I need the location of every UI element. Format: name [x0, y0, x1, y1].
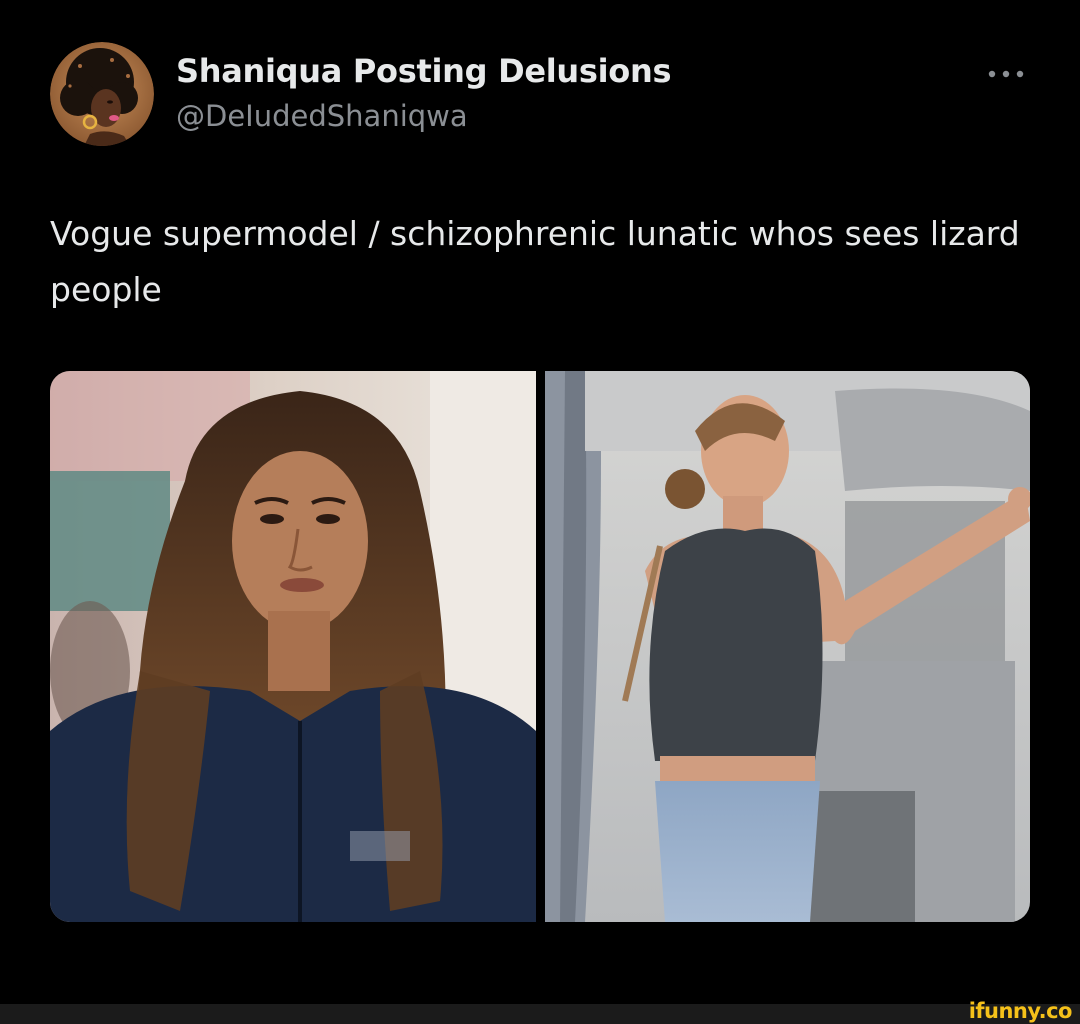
more-options-button[interactable]	[984, 62, 1028, 86]
ifunny-watermark: ifunny.co	[968, 999, 1073, 1023]
author-display-name[interactable]: Shaniqua Posting Delusions	[176, 52, 672, 90]
profile-avatar[interactable]	[50, 42, 154, 146]
tweet: Shaniqua Posting Delusions @DeIudedShani…	[0, 0, 1080, 1004]
tweet-media-grid[interactable]	[50, 371, 1030, 922]
more-options-icon	[988, 70, 1024, 78]
watermark-bar	[0, 1004, 1080, 1024]
tweet-text: Vogue supermodel / schizophrenic lunatic…	[50, 214, 1020, 309]
tweet-image-right[interactable]	[545, 371, 1030, 922]
tweet-image-left[interactable]	[50, 371, 536, 922]
author-handle[interactable]: @DeIudedShaniqwa	[176, 99, 468, 133]
